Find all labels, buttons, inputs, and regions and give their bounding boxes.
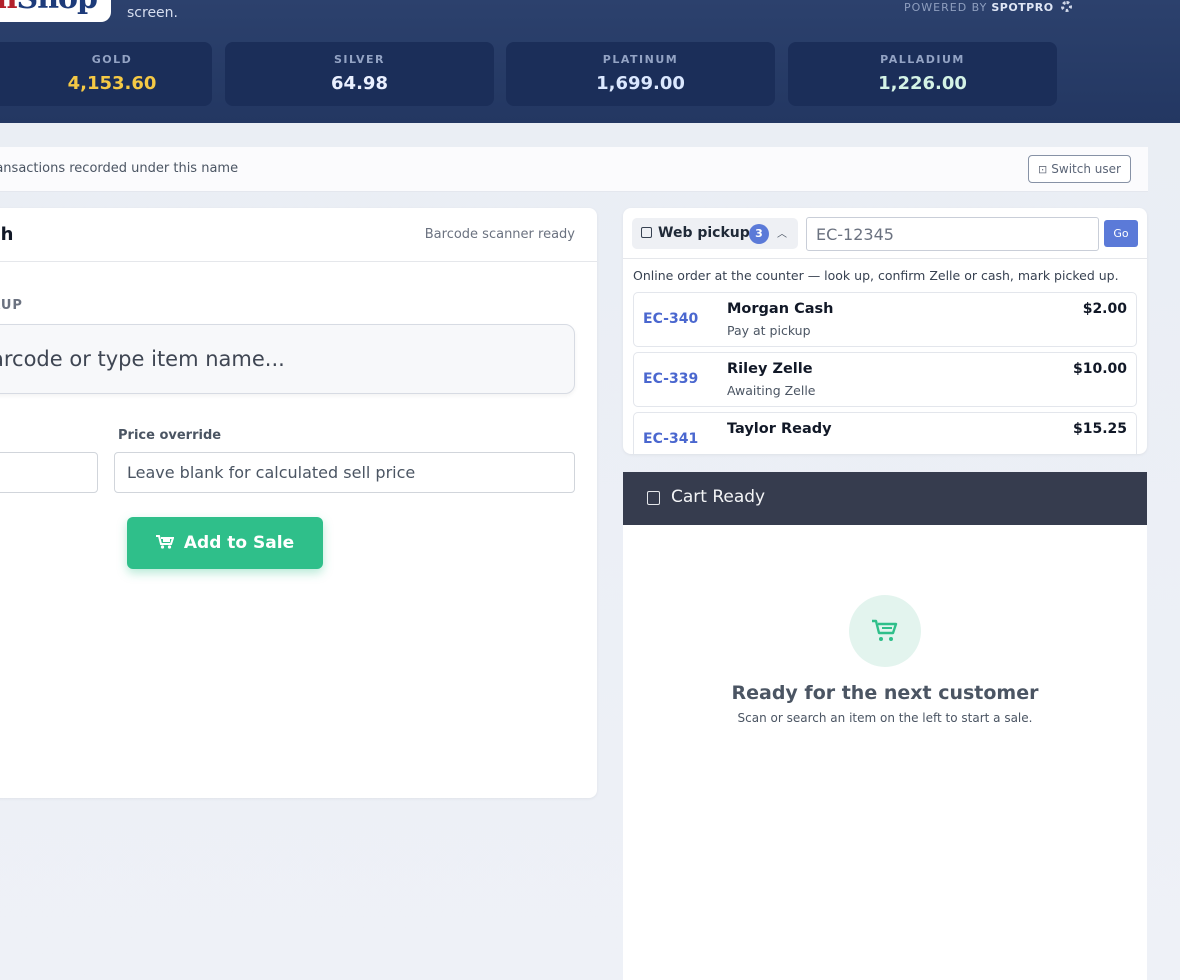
receipt-icon <box>647 491 660 505</box>
metal-label: GOLD <box>91 53 133 66</box>
order-id: EC-339 <box>643 371 699 387</box>
metal-label: PLATINUM <box>602 53 679 66</box>
add-to-sale-button[interactable]: Add to Sale <box>127 517 323 569</box>
metal-label: PALLADIUM <box>880 53 965 66</box>
go-button[interactable]: Go <box>1104 220 1138 247</box>
powered-by-brand: SPOTPRO <box>991 1 1054 14</box>
metal-value: 1,699.00 <box>596 73 685 94</box>
web-pickup-description: Online order at the counter — look up, c… <box>633 268 1119 283</box>
logo-text-blue: Shop <box>17 0 98 16</box>
cart-panel: Cart Ready Ready for the next customer S… <box>623 472 1147 980</box>
switch-icon: ⊡ <box>1038 163 1048 176</box>
order-id: EC-340 <box>643 311 699 327</box>
switch-user-label: Switch user <box>1051 162 1121 176</box>
metal-value: 64.98 <box>331 73 388 94</box>
pickup-order-row[interactable]: EC-339 Riley Zelle Awaiting Zelle $10.00 <box>633 352 1137 407</box>
metal-value: 1,226.00 <box>878 73 967 94</box>
web-pickup-toggle[interactable]: Web pickup 3 ︿ <box>632 218 798 249</box>
empty-cart-badge <box>849 595 921 667</box>
pickup-count-badge: 3 <box>749 224 769 244</box>
pickup-order-row[interactable]: EC-340 Morgan Cash Pay at pickup $2.00 <box>633 292 1137 347</box>
cart-icon <box>872 619 898 641</box>
cart-plus-icon <box>155 535 174 549</box>
order-id: EC-341 <box>643 431 699 447</box>
order-customer: Riley Zelle <box>727 361 813 377</box>
user-bar-text: ransactions recorded under this name <box>0 161 239 176</box>
price-override-input[interactable] <box>114 452 575 493</box>
web-pickup-panel: Web pickup 3 ︿ Go Online order at the co… <box>623 208 1147 454</box>
metal-card-gold: GOLD 4,153.60 <box>0 42 212 106</box>
shop-logo[interactable]: nShop <box>0 0 111 22</box>
logo-text-red: n <box>0 0 18 16</box>
lookup-label: KUP <box>0 298 23 313</box>
web-pickup-label: Web pickup <box>658 225 750 241</box>
metal-label: SILVER <box>333 53 385 66</box>
metal-value: 4,153.60 <box>67 73 157 94</box>
header-subtitle: screen. <box>127 5 178 21</box>
add-to-sale-label: Add to Sale <box>183 533 295 553</box>
chevron-up-icon: ︿ <box>777 229 787 240</box>
package-icon <box>641 227 652 238</box>
powered-by-label: POWERED BY <box>904 1 988 14</box>
item-search-input[interactable] <box>0 324 575 394</box>
scanner-status: Barcode scanner ready <box>424 227 575 242</box>
empty-cart-subtitle: Scan or search an item on the left to st… <box>737 711 1033 725</box>
order-amount: $15.25 <box>1072 421 1127 437</box>
order-status: Awaiting Zelle <box>727 383 816 398</box>
panel-title: ch <box>0 224 14 245</box>
divider <box>623 258 1147 259</box>
metal-card-silver: SILVER 64.98 <box>225 42 494 106</box>
empty-cart-title: Ready for the next customer <box>731 682 1039 704</box>
order-status: Pay at pickup <box>727 323 811 338</box>
gear-icon[interactable] <box>1060 1 1072 12</box>
user-bar: ransactions recorded under this name ⊡ Sw… <box>0 147 1148 192</box>
order-number-input[interactable] <box>806 217 1099 251</box>
metal-card-platinum: PLATINUM 1,699.00 <box>506 42 775 106</box>
metal-card-palladium: PALLADIUM 1,226.00 <box>788 42 1057 106</box>
price-override-label: Price override <box>118 428 222 443</box>
powered-by: POWERED BY SPOTPRO <box>904 1 1072 14</box>
order-amount: $10.00 <box>1072 361 1127 377</box>
switch-user-button[interactable]: ⊡ Switch user <box>1028 155 1131 183</box>
top-header: nShop screen. POWERED BYSPOTPRO GOLD 4,1… <box>0 0 1180 123</box>
order-customer: Taylor Ready <box>727 421 832 437</box>
order-amount: $2.00 <box>1082 301 1127 317</box>
item-search-panel: ch Barcode scanner ready KUP Price overr… <box>0 208 597 798</box>
quantity-field[interactable] <box>0 452 98 493</box>
order-customer: Morgan Cash <box>727 301 834 317</box>
pickup-order-row[interactable]: EC-341 Taylor Ready $15.25 <box>633 412 1137 454</box>
cart-header: Cart Ready <box>623 472 1147 525</box>
cart-title: Cart Ready <box>671 487 766 507</box>
panel-header: ch Barcode scanner ready <box>0 208 597 262</box>
